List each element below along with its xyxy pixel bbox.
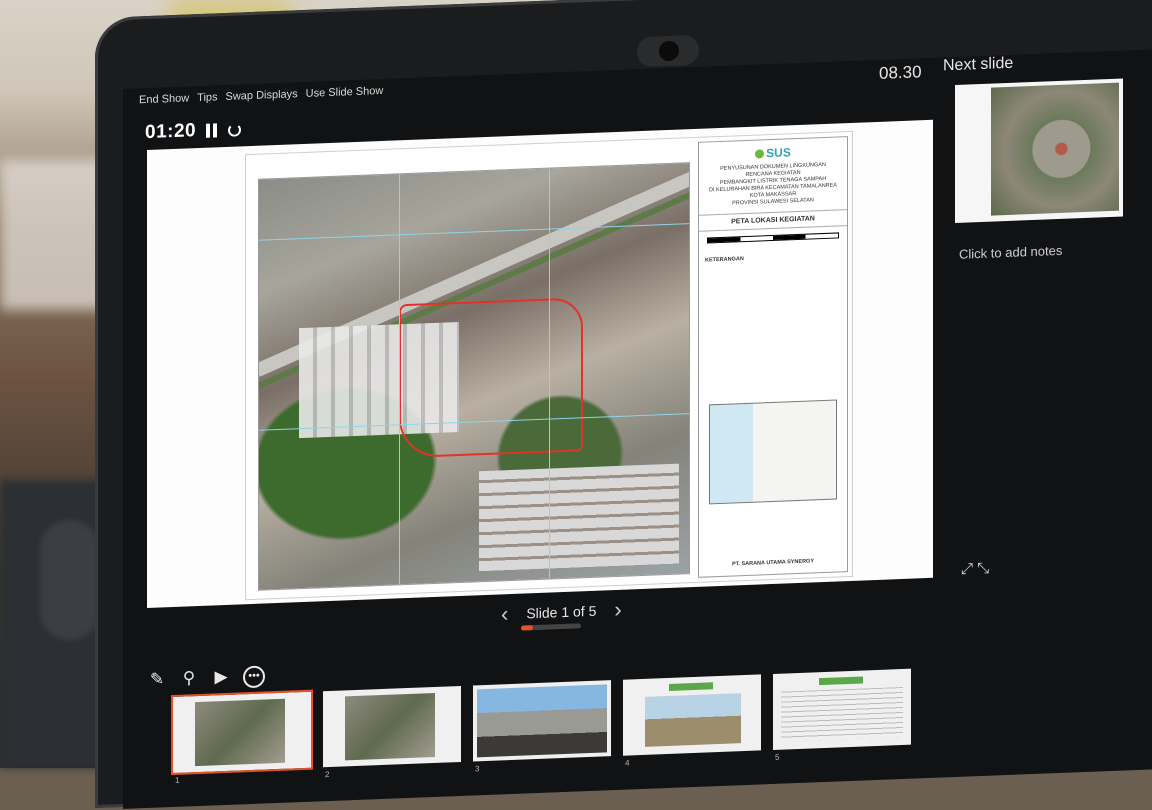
slide-thumbnail[interactable]: 3 bbox=[473, 680, 611, 773]
use-slide-show-button[interactable]: Use Slide Show bbox=[306, 85, 384, 100]
thumbnail-number: 2 bbox=[325, 769, 330, 780]
inset-map bbox=[709, 399, 837, 505]
thumbnail-number: 5 bbox=[775, 752, 780, 762]
slide-thumbnail[interactable]: 1 bbox=[171, 689, 313, 785]
grid-line bbox=[549, 168, 550, 579]
slide-counter: Slide 1 of 5 bbox=[526, 602, 597, 622]
tips-button[interactable]: Tips bbox=[197, 91, 217, 104]
more-icon[interactable]: ••• bbox=[243, 665, 265, 689]
map-sheet: SUS PENYUSUNAN DOKUMEN LINGKUNGAN RENCAN… bbox=[245, 130, 853, 601]
company-logo: SUS bbox=[699, 143, 847, 163]
next-slide-label: Next slide bbox=[943, 54, 1014, 75]
next-slide-preview[interactable] bbox=[955, 78, 1123, 223]
slide-navigation: ‹ Slide 1 of 5 › bbox=[501, 597, 622, 628]
thumbnail-image bbox=[645, 693, 741, 747]
thumbnail-number: 1 bbox=[175, 775, 180, 785]
site-boundary bbox=[399, 297, 583, 459]
clock: 08.30 bbox=[879, 62, 922, 83]
legend-heading: KETERANGAN bbox=[705, 256, 744, 264]
map-legend-panel: SUS PENYUSUNAN DOKUMEN LINGKUNGAN RENCAN… bbox=[698, 136, 848, 578]
background-mouse bbox=[40, 520, 100, 640]
satellite-map-image bbox=[258, 162, 690, 591]
slide-thumbnail[interactable]: 2 bbox=[323, 685, 461, 779]
webcam-cover bbox=[637, 34, 699, 68]
scale-bar bbox=[707, 232, 839, 244]
thumbnail-title-bar bbox=[819, 676, 863, 686]
thumbnail-number: 3 bbox=[475, 764, 480, 774]
slide-thumbnail[interactable]: 5 bbox=[773, 668, 911, 762]
notes-area[interactable]: Click to add notes bbox=[959, 243, 1062, 262]
swap-displays-button[interactable]: Swap Displays bbox=[226, 88, 298, 103]
previous-slide-chevron-icon[interactable]: ‹ bbox=[501, 601, 508, 627]
presenter-tools: ✎ ⚲ ▶ ••• bbox=[147, 665, 265, 692]
slide-thumbnail-strip: 1 2 3 4 5 bbox=[171, 668, 911, 785]
thumbnail-image bbox=[195, 698, 285, 767]
grid-line bbox=[259, 223, 689, 241]
webcam-lens bbox=[659, 40, 679, 62]
slide-progress-bar bbox=[521, 623, 581, 631]
current-slide[interactable]: SUS PENYUSUNAN DOKUMEN LINGKUNGAN RENCAN… bbox=[147, 119, 933, 609]
pause-icon[interactable] bbox=[206, 123, 218, 138]
logo-text: SUS bbox=[766, 145, 791, 161]
next-slide-image bbox=[991, 82, 1119, 216]
slide-thumbnail[interactable]: 4 bbox=[623, 674, 761, 768]
logo-icon bbox=[755, 149, 765, 159]
thumbnail-text bbox=[781, 686, 903, 742]
pen-icon[interactable]: ✎ bbox=[147, 669, 167, 690]
map-buildings bbox=[479, 463, 679, 572]
thumbnail-title-bar bbox=[669, 682, 713, 691]
timer-row: 01:20 bbox=[145, 118, 242, 144]
text-size-icon[interactable]: ⤢ ⤡ bbox=[961, 560, 989, 578]
slide-progress-fill bbox=[521, 625, 533, 631]
presenter-menu: End Show Tips Swap Displays Use Slide Sh… bbox=[139, 85, 383, 106]
elapsed-timer: 01:20 bbox=[145, 120, 197, 144]
next-slide-chevron-icon[interactable]: › bbox=[614, 597, 621, 623]
restart-icon[interactable] bbox=[228, 122, 242, 137]
project-header: PENYUSUNAN DOKUMEN LINGKUNGAN RENCANA KE… bbox=[705, 161, 841, 208]
thumbnail-number: 4 bbox=[625, 758, 630, 768]
thumbnail-image bbox=[345, 692, 435, 761]
thumbnail-image bbox=[477, 684, 607, 758]
laptop-frame: End Show Tips Swap Displays Use Slide Sh… bbox=[95, 0, 1152, 809]
map-title: PETA LOKASI KEGIATAN bbox=[699, 209, 847, 232]
pointer-icon[interactable]: ▶ bbox=[211, 667, 231, 688]
end-show-button[interactable]: End Show bbox=[139, 92, 189, 106]
grid-line bbox=[399, 174, 400, 585]
zoom-icon[interactable]: ⚲ bbox=[179, 668, 199, 689]
presenter-view: End Show Tips Swap Displays Use Slide Sh… bbox=[123, 46, 1152, 809]
company-footer: PT. SARANA UTAMA SYNERGY bbox=[732, 558, 814, 568]
